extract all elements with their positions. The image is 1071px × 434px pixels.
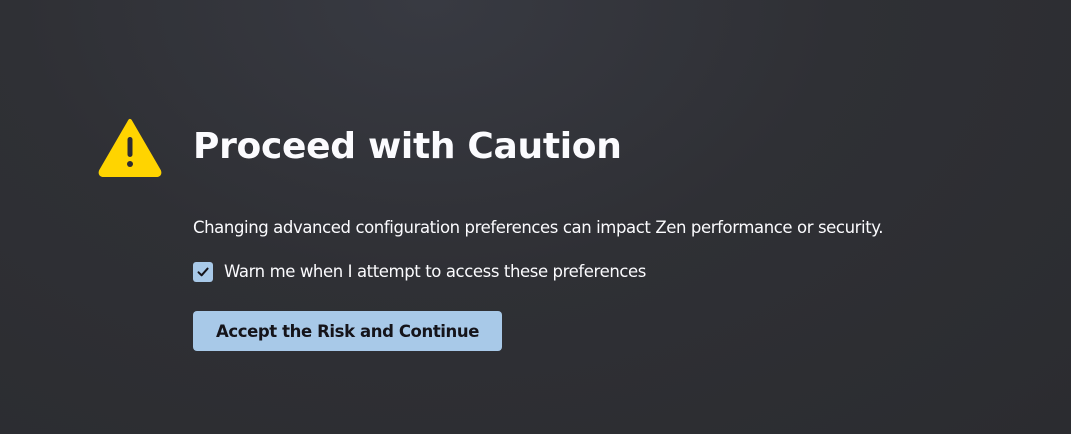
warn-preference-checkbox-row[interactable]: Warn me when I attempt to access these p… [193, 260, 646, 284]
warn-preference-label: Warn me when I attempt to access these p… [224, 262, 646, 281]
warning-icon [98, 118, 162, 178]
accept-risk-button[interactable]: Accept the Risk and Continue [193, 311, 502, 351]
about-config-warning-page: Proceed with Caution Changing advanced c… [0, 0, 1071, 434]
warning-description: Changing advanced configuration preferen… [193, 218, 884, 237]
checkmark-icon [197, 267, 209, 277]
warn-preference-checkbox[interactable] [193, 262, 213, 282]
page-title: Proceed with Caution [193, 126, 622, 167]
